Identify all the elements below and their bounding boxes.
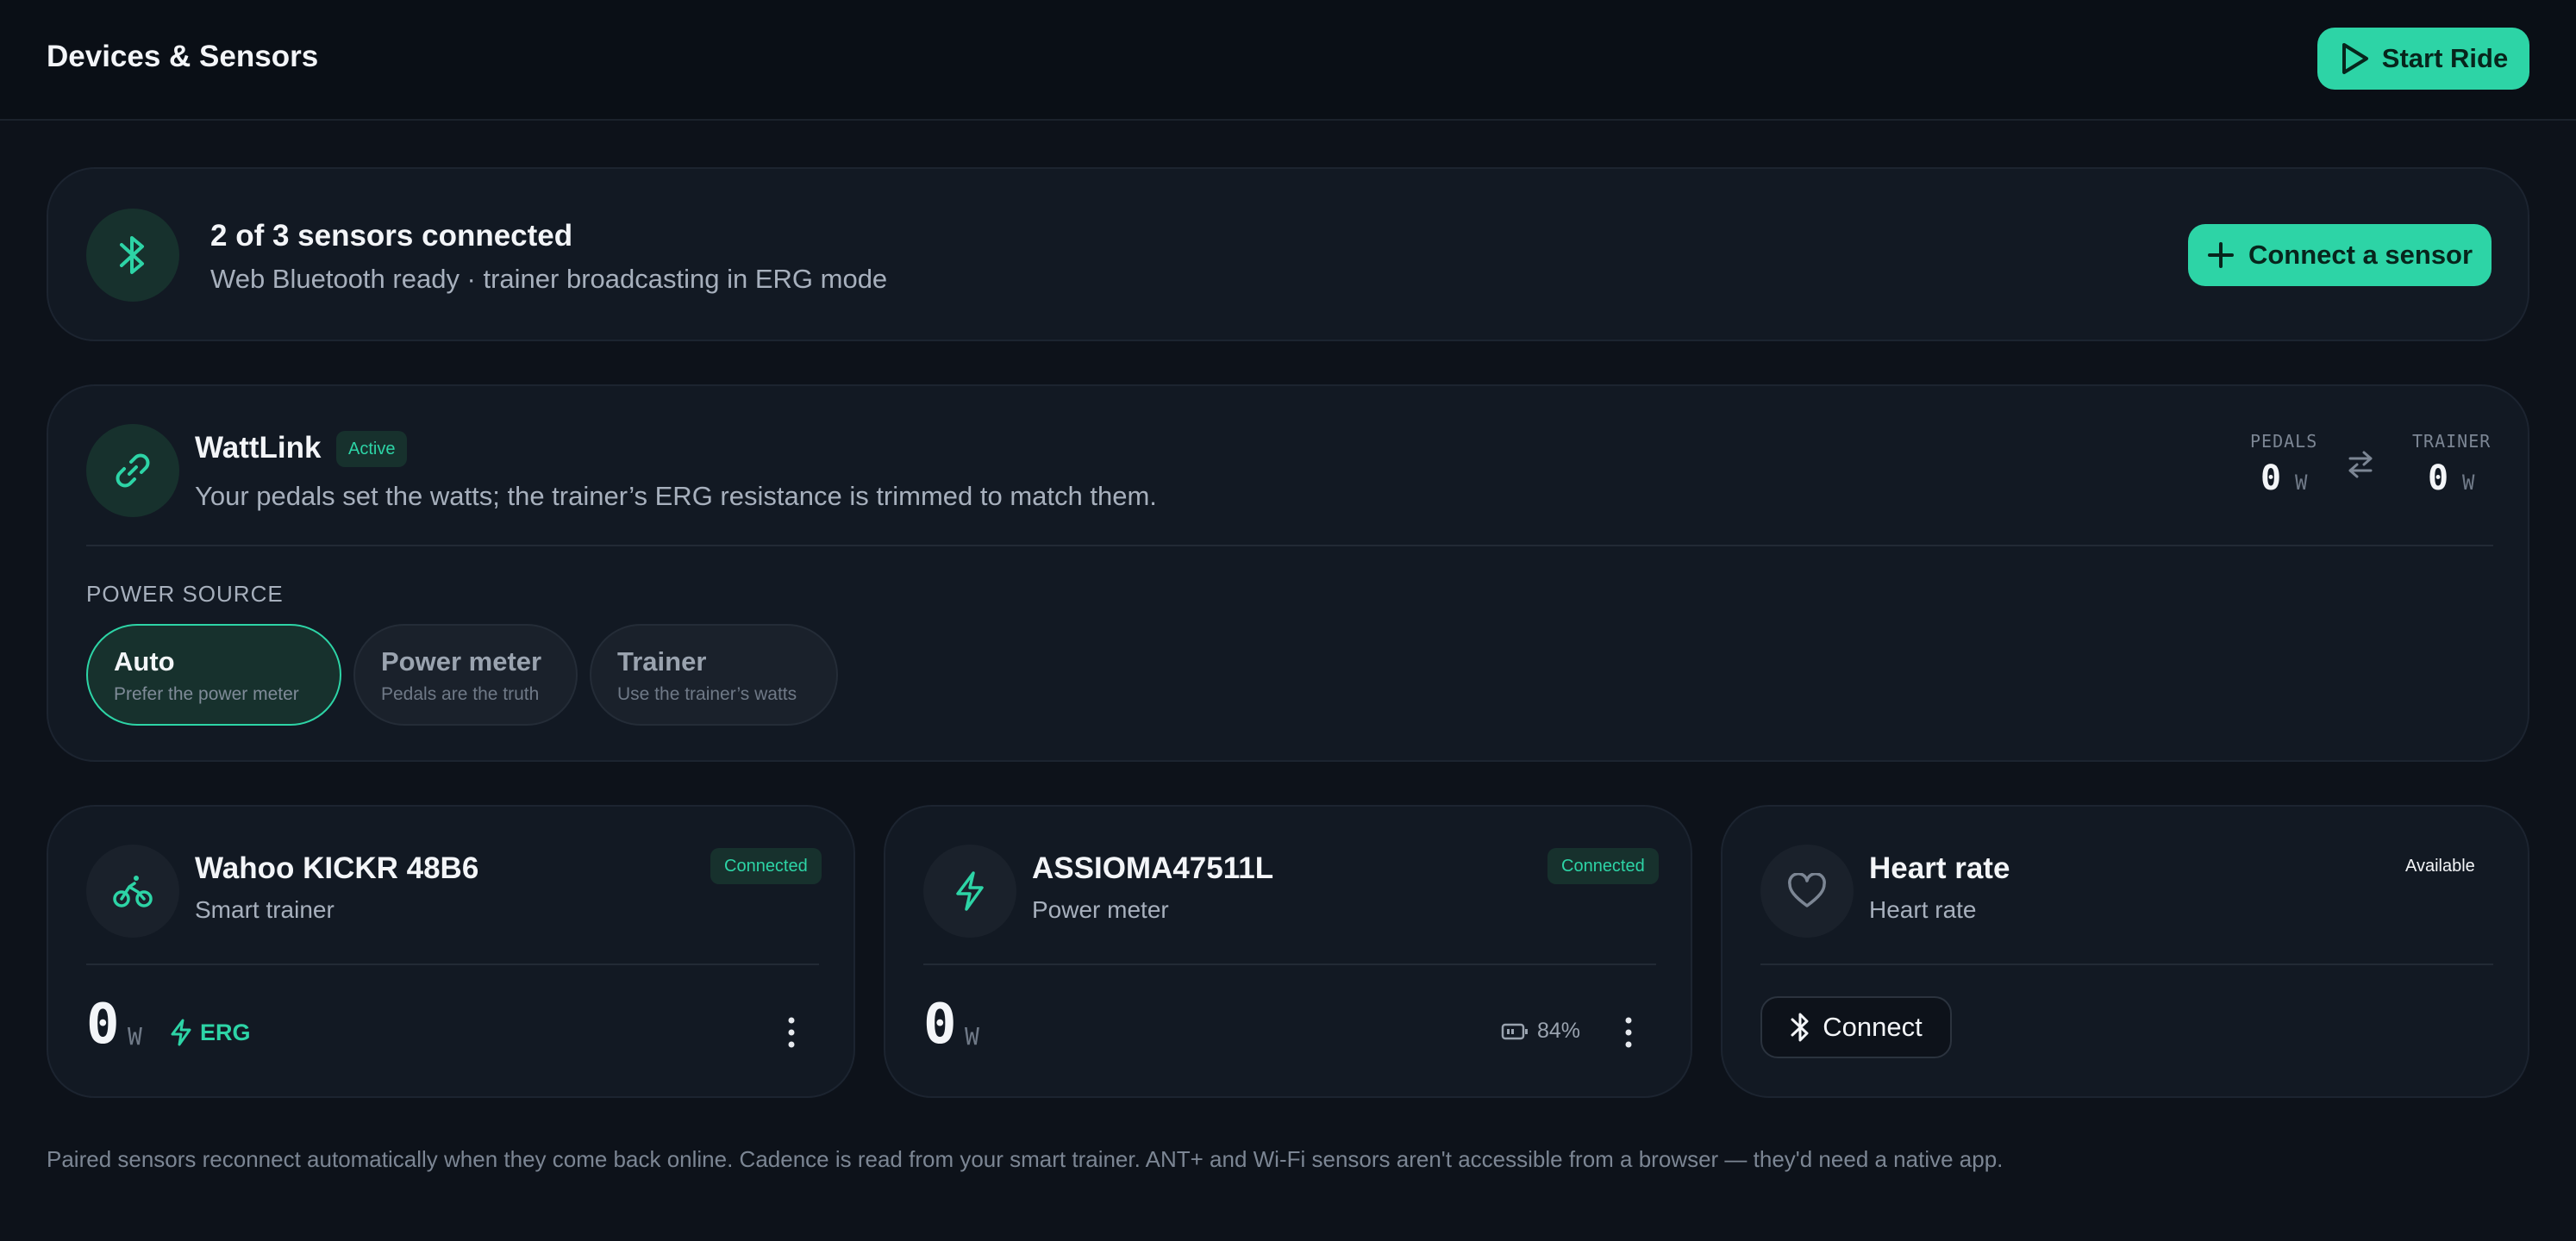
device-watts: 0 [923, 993, 957, 1057]
pedals-watts: 0 [2260, 458, 2282, 498]
heart-icon [1788, 873, 1826, 907]
erg-mode-indicator: ERG [169, 1019, 251, 1046]
bike-icon-badge [86, 845, 179, 938]
device-watts: 0 [86, 993, 120, 1057]
option-title: Auto [114, 646, 175, 677]
swap-arrows-icon [2348, 451, 2373, 478]
power-source-auto[interactable]: Auto Prefer the power meter [86, 624, 341, 726]
divider [1760, 963, 2493, 965]
top-bar: Devices & Sensors Start Ride [0, 0, 2576, 121]
page-title: Devices & Sensors [47, 40, 319, 73]
device-type: Smart trainer [195, 896, 335, 923]
battery-level: 84% [1537, 1019, 1581, 1043]
connect-heart-rate-button[interactable]: Connect [1760, 996, 1952, 1058]
wattlink-title: WattLink [195, 431, 322, 465]
link-icon-badge [86, 424, 179, 517]
more-options-icon[interactable] [781, 1012, 802, 1053]
power-source-power-meter[interactable]: Power meter Pedals are the truth [353, 624, 578, 726]
plus-icon [2207, 242, 2234, 268]
battery-indicator: 84% [1501, 1019, 1580, 1044]
bolt-icon-badge [923, 845, 1016, 938]
device-card-trainer: Wahoo KICKR 48B6 Smart trainer Connected… [47, 805, 855, 1098]
status-badge: Connected [1547, 848, 1659, 884]
play-icon [2342, 43, 2368, 74]
erg-label: ERG [200, 1019, 251, 1045]
summary-title: 2 of 3 sensors connected [210, 219, 573, 253]
sensor-summary-card: 2 of 3 sensors connected Web Bluetooth r… [47, 167, 2529, 341]
device-name: ASSIOMA47511L [1032, 851, 1274, 885]
divider [86, 963, 819, 965]
status-badge: Connected [710, 848, 822, 884]
status-badge: Available [2405, 856, 2475, 876]
device-watts-unit: W [128, 1022, 142, 1051]
bluetooth-icon [120, 236, 144, 274]
option-subtitle: Pedals are the truth [381, 684, 540, 704]
device-card-power-meter: ASSIOMA47511L Power meter Connected 0 W … [884, 805, 1692, 1098]
device-name: Heart rate [1869, 851, 2010, 885]
wattlink-subtitle: Your pedals set the watts; the trainer’s… [195, 481, 1157, 511]
trainer-watts: 0 [2428, 458, 2449, 498]
option-title: Trainer [617, 646, 707, 677]
bluetooth-icon-badge [86, 209, 179, 302]
summary-subtitle: Web Bluetooth ready · trainer broadcasti… [210, 264, 888, 294]
heart-icon-badge [1760, 845, 1854, 938]
trainer-label: TRAINER [2412, 431, 2492, 452]
active-badge: Active [336, 431, 408, 467]
battery-icon [1501, 1023, 1528, 1039]
device-card-heart-rate: Heart rate Heart rate Available Connect [1721, 805, 2529, 1098]
divider [923, 963, 1656, 965]
bolt-icon [956, 871, 984, 911]
pedals-label: PEDALS [2250, 431, 2318, 452]
start-ride-button[interactable]: Start Ride [2317, 28, 2529, 90]
bike-icon [113, 876, 153, 907]
connect-sensor-label: Connect a sensor [2248, 240, 2473, 270]
option-title: Power meter [381, 646, 542, 677]
pedals-unit: W [2295, 471, 2308, 495]
trainer-unit: W [2462, 471, 2475, 495]
connect-label: Connect [1823, 1012, 1923, 1042]
device-watts-unit: W [965, 1022, 979, 1051]
option-subtitle: Prefer the power meter [114, 684, 299, 704]
bluetooth-icon [1791, 1013, 1809, 1042]
device-type: Power meter [1032, 896, 1169, 923]
divider [86, 545, 2493, 546]
more-options-icon[interactable] [1618, 1012, 1639, 1053]
connect-sensor-button[interactable]: Connect a sensor [2188, 224, 2492, 286]
footnote: Paired sensors reconnect automatically w… [47, 1146, 2004, 1172]
wattlink-card: WattLink Active Your pedals set the watt… [47, 384, 2529, 762]
device-name: Wahoo KICKR 48B6 [195, 851, 479, 885]
bolt-icon [171, 1019, 191, 1046]
device-type: Heart rate [1869, 896, 1977, 923]
power-source-label: POWER SOURCE [86, 581, 284, 607]
link-icon [116, 453, 150, 488]
start-ride-label: Start Ride [2381, 43, 2509, 73]
option-subtitle: Use the trainer’s watts [617, 684, 797, 704]
power-source-trainer[interactable]: Trainer Use the trainer’s watts [590, 624, 838, 726]
